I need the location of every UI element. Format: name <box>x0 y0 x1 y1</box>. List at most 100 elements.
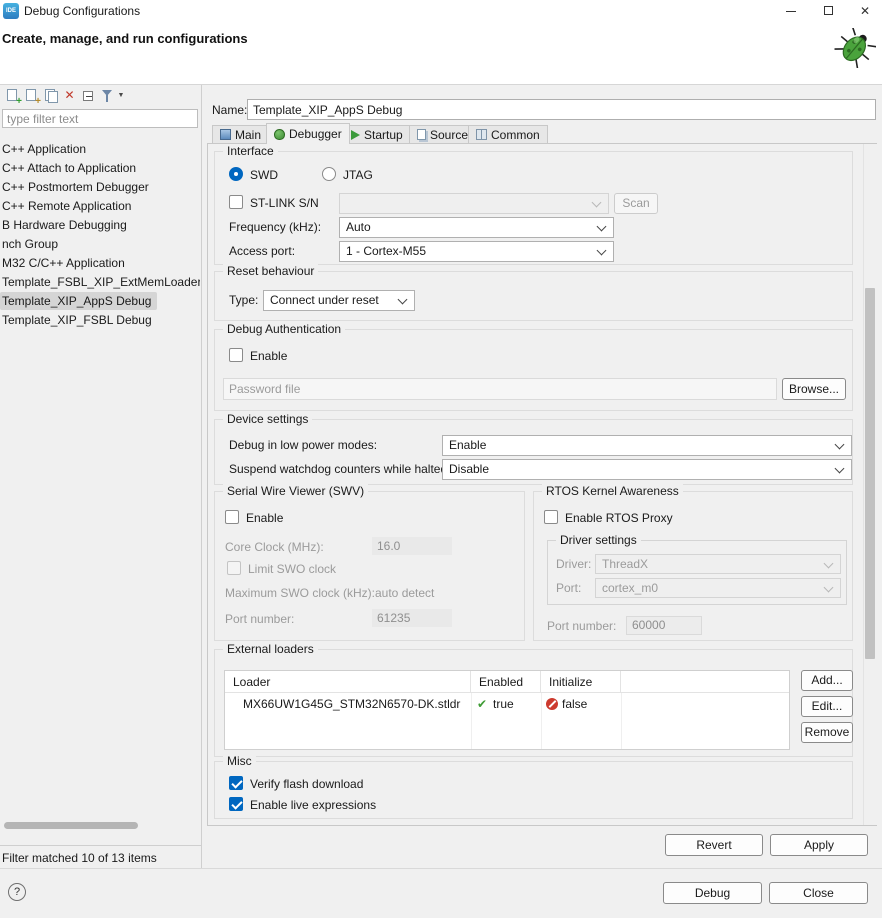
close-window-button[interactable]: ✕ <box>848 0 882 22</box>
stlink-sn-checkbox[interactable] <box>229 195 243 209</box>
low-power-label: Debug in low power modes: <box>229 438 378 452</box>
tree-item[interactable]: C++ Remote Application <box>0 197 137 215</box>
enabled-check-icon: ✔ <box>477 697 488 711</box>
name-input[interactable] <box>247 99 876 120</box>
stlink-sn-combo[interactable] <box>339 193 609 214</box>
configurations-tree: C++ Application C++ Attach to Applicatio… <box>0 133 200 833</box>
help-button[interactable]: ? <box>8 883 26 901</box>
browse-button[interactable]: Browse... <box>782 378 846 400</box>
swv-group: Serial Wire Viewer (SWV) Enable Core Clo… <box>214 484 525 641</box>
apply-button[interactable]: Apply <box>770 834 868 856</box>
stlink-sn-label: ST-LINK S/N <box>250 196 319 210</box>
enabled-value-cell: true <box>493 697 514 711</box>
new-prototype-icon[interactable]: + <box>23 87 41 107</box>
scan-button[interactable]: Scan <box>614 193 658 214</box>
interface-legend: Interface <box>223 144 278 158</box>
tab-common-label: Common <box>491 127 540 142</box>
reset-behaviour-group: Reset behaviour Type: Connect under rese… <box>214 264 853 321</box>
toolbar-menu-caret-icon[interactable]: ▼ <box>115 87 127 104</box>
jtag-label: JTAG <box>343 168 373 182</box>
tree-item[interactable]: nch Group <box>0 235 64 253</box>
bottom-separator <box>0 868 882 869</box>
tree-item[interactable]: C++ Postmortem Debugger <box>0 178 155 196</box>
loader-name-cell: MX66UW1G45G_STM32N6570-DK.stldr <box>243 697 461 711</box>
misc-group: Misc Verify flash download Enable live e… <box>214 754 853 819</box>
debug-authentication-legend: Debug Authentication <box>223 322 346 336</box>
tab-main[interactable]: Main <box>212 125 270 143</box>
access-port-label: Access port: <box>229 244 296 258</box>
tree-item[interactable]: C++ Application <box>0 140 92 158</box>
new-configuration-icon[interactable]: + <box>4 87 22 107</box>
limit-swo-checkbox[interactable] <box>227 561 241 575</box>
debug-button[interactable]: Debug <box>663 882 762 904</box>
jtag-radio[interactable] <box>322 167 336 181</box>
driver-settings-group: Driver settings Driver: ThreadX Port: co… <box>547 533 847 605</box>
maximize-button[interactable] <box>810 0 848 22</box>
delete-configuration-icon[interactable]: ✕ <box>61 87 78 104</box>
tab-common[interactable]: Common <box>468 125 548 143</box>
core-clock-label: Core Clock (MHz): <box>225 540 324 554</box>
reset-type-label: Type: <box>229 293 259 307</box>
column-header-enabled[interactable]: Enabled <box>471 671 541 693</box>
tree-item[interactable]: M32 C/C++ Application <box>0 254 131 272</box>
filter-status-text: Filter matched 10 of 13 items <box>2 851 157 865</box>
column-header-initialize[interactable]: Initialize <box>541 671 621 693</box>
device-settings-legend: Device settings <box>223 412 313 426</box>
close-button[interactable]: Close <box>769 882 868 904</box>
max-swo-value: auto detect <box>375 586 435 600</box>
verify-flash-checkbox[interactable] <box>229 776 243 790</box>
tree-item[interactable]: Template_FSBL_XIP_ExtMemLoader De <box>0 273 200 291</box>
rtos-port-number-field: 60000 <box>626 616 702 635</box>
maximize-icon <box>824 6 833 15</box>
revert-button[interactable]: Revert <box>665 834 763 856</box>
verify-flash-label: Verify flash download <box>250 777 364 791</box>
content-scrollbar-thumb[interactable] <box>865 288 875 659</box>
tree-horizontal-scrollbar[interactable] <box>4 822 138 829</box>
loaders-table: Loader Enabled Initialize MX66UW1G45G_ST… <box>224 670 790 750</box>
limit-swo-label: Limit SWO clock <box>248 562 337 576</box>
low-power-combo[interactable]: Enable <box>442 435 852 456</box>
column-header-loader[interactable]: Loader <box>225 671 471 693</box>
swv-enable-checkbox[interactable] <box>225 510 239 524</box>
launch-config-panel: + + ✕ ▼ C++ Application C++ Attach to Ap… <box>0 85 202 868</box>
swd-label: SWD <box>250 168 278 182</box>
tab-startup-label: Startup <box>364 127 403 142</box>
tab-source[interactable]: Source <box>409 125 477 143</box>
tree-item[interactable]: Template_XIP_FSBL Debug <box>0 311 158 329</box>
tab-debugger[interactable]: Debugger <box>266 123 350 144</box>
tree-item[interactable]: B Hardware Debugging <box>0 216 133 234</box>
live-expressions-checkbox[interactable] <box>229 797 243 811</box>
driver-combo[interactable]: ThreadX <box>595 554 841 574</box>
rtos-proxy-checkbox[interactable] <box>544 510 558 524</box>
duplicate-configuration-icon[interactable] <box>42 87 59 104</box>
minimize-button[interactable] <box>772 0 810 22</box>
reset-type-combo[interactable]: Connect under reset <box>263 290 415 311</box>
tab-main-label: Main <box>235 127 262 142</box>
filter-icon[interactable] <box>99 87 116 104</box>
edit-loader-button[interactable]: Edit... <box>801 696 853 717</box>
tab-startup[interactable]: Startup <box>343 125 411 143</box>
tree-item-selected[interactable]: Template_XIP_AppS Debug <box>0 292 158 310</box>
remove-loader-button[interactable]: Remove <box>801 722 853 743</box>
auth-enable-checkbox[interactable] <box>229 348 243 362</box>
rtos-legend: RTOS Kernel Awareness <box>542 484 683 498</box>
common-tab-icon <box>476 129 487 140</box>
swv-enable-label: Enable <box>246 511 284 525</box>
swd-radio[interactable] <box>229 167 243 181</box>
left-panel-divider <box>0 845 201 846</box>
add-loader-button[interactable]: Add... <box>801 670 853 691</box>
swv-legend: Serial Wire Viewer (SWV) <box>223 484 369 498</box>
initialize-false-icon <box>546 698 558 710</box>
interface-group: Interface SWD JTAG ST-LINK S/N Scan Freq… <box>214 144 853 265</box>
driver-settings-legend: Driver settings <box>556 533 641 547</box>
frequency-combo[interactable]: Auto <box>339 217 614 238</box>
filter-input[interactable] <box>2 109 198 128</box>
collapse-all-icon[interactable] <box>80 87 97 104</box>
tab-source-label: Source <box>430 127 469 142</box>
tree-item[interactable]: C++ Attach to Application <box>0 159 142 177</box>
name-label: Name: <box>212 103 248 117</box>
password-file-field[interactable] <box>223 378 777 400</box>
rtos-port-combo[interactable]: cortex_m0 <box>595 578 841 598</box>
access-port-combo[interactable]: 1 - Cortex-M55 <box>339 241 614 262</box>
watchdog-combo[interactable]: Disable <box>442 459 852 480</box>
